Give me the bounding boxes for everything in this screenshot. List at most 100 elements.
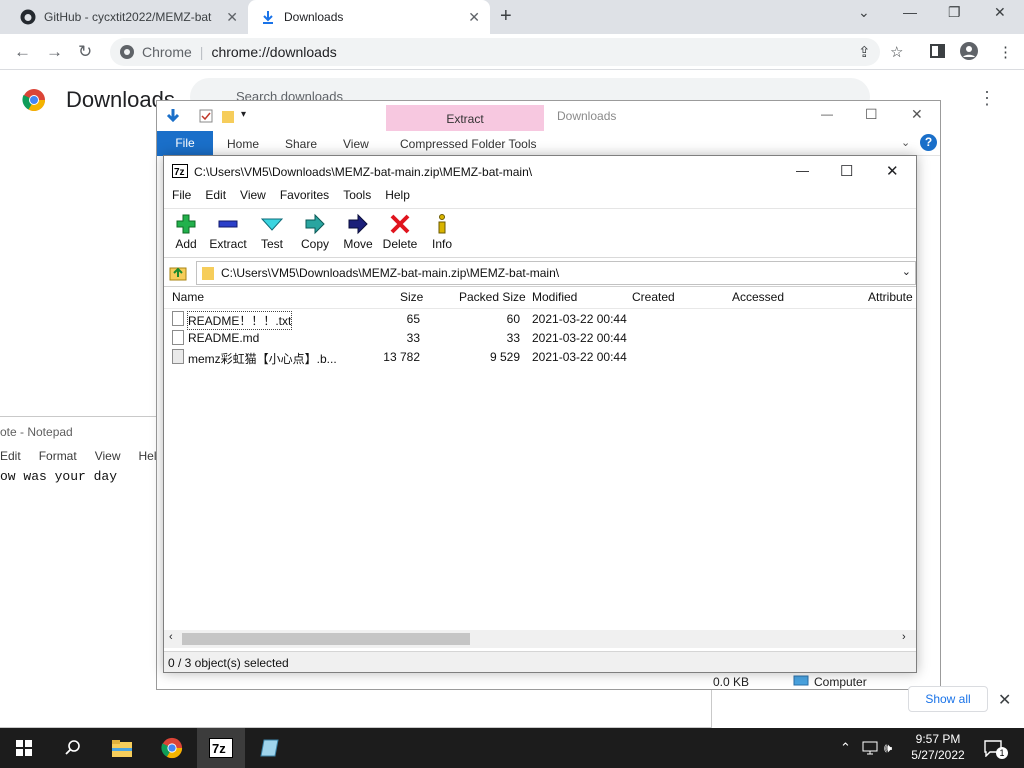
move-button[interactable]: Move (336, 213, 380, 251)
table-row[interactable]: README.md 33 33 2021-03-22 00:44 (164, 329, 916, 348)
7zip-app-icon: 7z (209, 738, 233, 758)
volume-icon[interactable]: 🕪 (884, 740, 892, 756)
file-packed-size: 33 (506, 331, 520, 345)
delete-label: Delete (382, 237, 418, 251)
network-icon[interactable] (862, 741, 878, 755)
file-packed-size: 9 529 (489, 350, 520, 364)
move-label: Move (343, 237, 373, 251)
download-arrow-icon (166, 109, 180, 123)
side-panel-icon[interactable] (930, 44, 945, 58)
close-shelf-icon[interactable]: ✕ (998, 690, 1011, 710)
selection-status: 0 / 3 object(s) selected (168, 656, 289, 670)
close-window-button[interactable]: ✕ (994, 4, 1006, 21)
show-all-button[interactable]: Show all (908, 686, 988, 712)
menu-edit[interactable]: Edit (205, 188, 226, 208)
menu-icon[interactable]: ⋮ (998, 43, 1013, 61)
forward-icon[interactable]: → (46, 42, 63, 62)
copy-button[interactable]: Copy (293, 213, 337, 251)
text-file-icon (172, 311, 184, 326)
col-size[interactable]: Size (400, 290, 423, 304)
file-name: README.md (188, 331, 260, 345)
search-button[interactable] (48, 728, 96, 768)
test-button[interactable]: Test (250, 213, 294, 251)
minimize-button[interactable]: — (821, 107, 833, 121)
info-button[interactable]: Info (420, 213, 464, 251)
extract-button[interactable]: Extract (206, 213, 250, 251)
folder-icon[interactable] (221, 108, 235, 124)
add-button[interactable]: Add (164, 213, 208, 251)
up-folder-icon[interactable] (169, 263, 187, 281)
taskbar-file-explorer[interactable] (98, 728, 146, 768)
tab-github[interactable]: GitHub - cycxtit2022/MEMZ-bat ✕ (8, 0, 248, 34)
batch-file-icon (172, 349, 184, 364)
col-modified[interactable]: Modified (532, 290, 577, 304)
scroll-right-icon[interactable]: › (902, 631, 906, 643)
minimize-button[interactable]: — (903, 4, 917, 20)
taskbar-7zip[interactable]: 7z (197, 728, 245, 768)
close-button[interactable]: ✕ (886, 162, 899, 180)
chevron-up-icon[interactable]: ⌃ (840, 740, 851, 756)
tab-home[interactable]: Home (227, 137, 259, 151)
restore-button[interactable]: ❐ (948, 4, 961, 21)
menu-file[interactable]: File (172, 188, 191, 208)
star-icon[interactable]: ☆ (890, 43, 903, 61)
help-icon[interactable]: ? (920, 134, 937, 151)
close-tab-icon[interactable]: ✕ (226, 9, 238, 26)
notepad-icon (260, 739, 279, 757)
maximize-button[interactable]: ☐ (865, 106, 878, 123)
chrome-logo-icon (161, 737, 183, 759)
taskbar-chrome[interactable] (148, 728, 196, 768)
extract-contextual-tab[interactable]: Extract (386, 105, 544, 131)
menu-format[interactable]: Format (39, 449, 77, 463)
reload-icon[interactable]: ↻ (78, 42, 92, 62)
status-size: 0.0 KB (713, 675, 750, 689)
menu-view[interactable]: View (240, 188, 266, 208)
close-tab-icon[interactable]: ✕ (468, 9, 480, 26)
clock[interactable]: 9:57 PM 5/27/2022 (906, 731, 970, 763)
tab-view[interactable]: View (343, 137, 369, 151)
tab-search-icon[interactable]: ⌄ (858, 4, 870, 21)
start-button[interactable] (0, 728, 48, 768)
delete-button[interactable]: Delete (378, 213, 422, 251)
expand-ribbon-icon[interactable]: ⌄ (901, 136, 910, 149)
file-name: README！！！.txt (187, 311, 293, 330)
col-packed-size[interactable]: Packed Size (459, 290, 526, 304)
taskbar-notepad[interactable] (246, 728, 294, 768)
7zip-address-row: C:\Users\VM5\Downloads\MEMZ-bat-main.zip… (164, 259, 916, 285)
col-accessed[interactable]: Accessed (732, 290, 784, 304)
horizontal-scrollbar[interactable]: ‹ › (164, 630, 916, 648)
back-icon[interactable]: ← (14, 42, 31, 62)
tab-share[interactable]: Share (285, 137, 317, 151)
table-row[interactable]: README！！！.txt 65 60 2021-03-22 00:44 (164, 310, 916, 330)
menu-edit[interactable]: Edit (0, 449, 21, 463)
customize-qat-icon[interactable]: ▾ (241, 109, 246, 120)
menu-favorites[interactable]: Favorites (280, 188, 329, 208)
tab-downloads[interactable]: Downloads ✕ (248, 0, 490, 34)
table-row[interactable]: memz彩虹猫【小心点】.b... 13 782 9 529 2021-03-2… (164, 348, 916, 367)
col-name[interactable]: Name (172, 290, 204, 304)
menu-tools[interactable]: Tools (343, 188, 371, 208)
7zip-window: 7z C:\Users\VM5\Downloads\MEMZ-bat-main.… (163, 155, 917, 673)
scrollbar-thumb[interactable] (182, 633, 470, 645)
col-attributes[interactable]: Attribute (868, 290, 913, 304)
more-actions-icon[interactable]: ⋮ (978, 88, 996, 109)
path-text: C:\Users\VM5\Downloads\MEMZ-bat-main.zip… (221, 266, 560, 280)
col-created[interactable]: Created (632, 290, 675, 304)
path-input[interactable]: C:\Users\VM5\Downloads\MEMZ-bat-main.zip… (196, 261, 916, 285)
minimize-button[interactable]: — (796, 163, 809, 178)
chevron-down-icon[interactable]: ⌄ (902, 265, 911, 278)
new-tab-button[interactable]: + (500, 5, 512, 28)
tab-compressed-folder-tools[interactable]: Compressed Folder Tools (400, 137, 537, 151)
properties-icon[interactable] (199, 109, 213, 123)
profile-icon[interactable] (960, 42, 978, 60)
7zip-status-bar: 0 / 3 object(s) selected (164, 651, 916, 672)
maximize-button[interactable]: ☐ (840, 162, 853, 180)
menu-view[interactable]: View (95, 449, 121, 463)
share-icon[interactable]: ⇪ (858, 43, 871, 61)
address-bar[interactable]: Chrome | chrome://downloads (110, 38, 880, 66)
notepad-text-area[interactable]: ow was your day (0, 469, 117, 484)
tab-file[interactable]: File (157, 131, 213, 156)
close-button[interactable]: ✕ (911, 106, 923, 123)
menu-help[interactable]: Help (385, 188, 410, 208)
scroll-left-icon[interactable]: ‹ (169, 631, 173, 643)
